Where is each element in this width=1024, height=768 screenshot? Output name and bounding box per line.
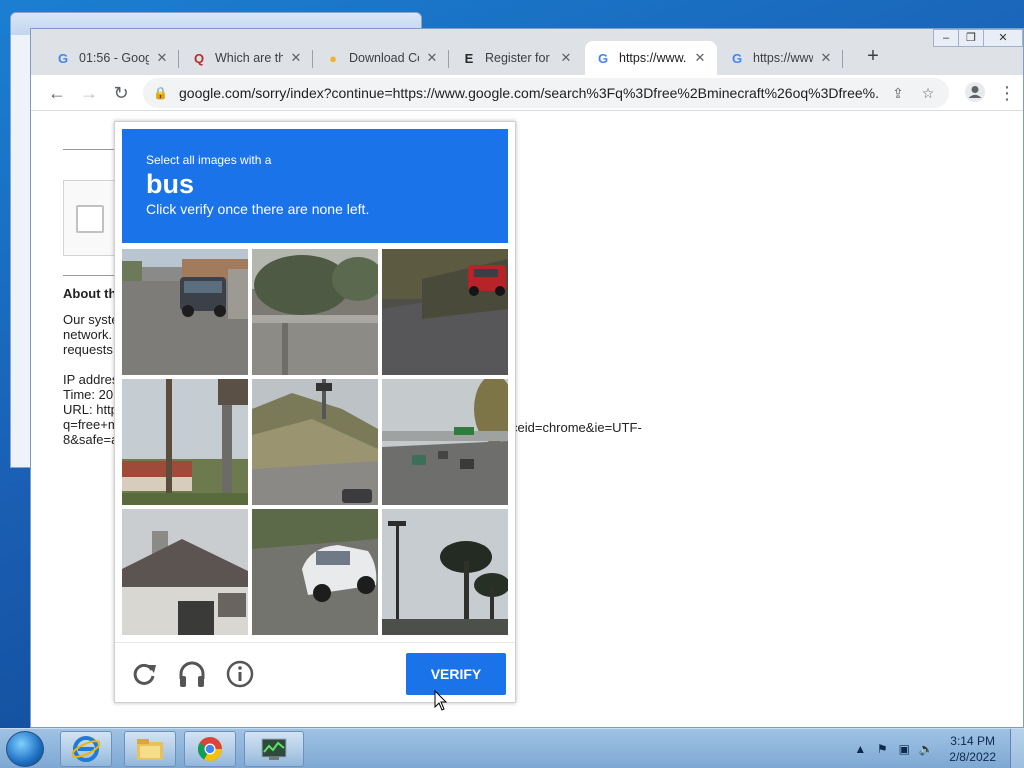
google-g-icon: G bbox=[731, 50, 743, 66]
tab-separator bbox=[312, 50, 313, 68]
forward-button[interactable]: → bbox=[77, 81, 101, 105]
tab-separator bbox=[448, 50, 449, 68]
captcha-tile-palm-trees[interactable] bbox=[382, 509, 508, 635]
browser-tab[interactable]: E Register for a ✕ bbox=[451, 41, 583, 75]
captcha-tile-white-car[interactable] bbox=[252, 509, 378, 635]
tab-title: Register for a bbox=[485, 51, 553, 65]
captcha-tile-house-roof[interactable] bbox=[122, 509, 248, 635]
tab-title: https://www. bbox=[753, 51, 813, 65]
reload-button[interactable]: ↻ bbox=[109, 81, 133, 105]
browser-tab[interactable]: G 01:56 - Goog ✕ bbox=[45, 41, 179, 75]
tab-title: Download Co bbox=[349, 51, 419, 65]
page-text-line: 8&safe=a bbox=[63, 432, 119, 447]
address-text: google.com/sorry/index?continue=https://… bbox=[179, 85, 879, 101]
profile-icon[interactable] bbox=[963, 81, 987, 105]
clock-date: 2/8/2022 bbox=[949, 750, 996, 764]
browser-tab[interactable]: Ghttps://www. ✕ bbox=[585, 41, 717, 75]
show-desktop-button[interactable] bbox=[1010, 729, 1024, 768]
verify-button[interactable]: VERIFY bbox=[406, 653, 506, 695]
network-icon[interactable]: ▣ bbox=[895, 742, 913, 756]
lock-icon: 🔒 bbox=[153, 86, 168, 100]
internet-explorer-icon[interactable] bbox=[60, 731, 112, 767]
toolbar: ← → ↻ 🔒 google.com/sorry/index?continue=… bbox=[31, 75, 1023, 111]
page-text-line: Time: 20 bbox=[63, 387, 114, 402]
captcha-tile-overpass[interactable] bbox=[382, 379, 508, 505]
window-controls: – ❐ ✕ bbox=[933, 29, 1023, 47]
minimize-button[interactable]: – bbox=[933, 29, 959, 47]
image-grid bbox=[122, 249, 508, 635]
system-tray: ▲ ⚑ ▣ 🔈 3:14 PM 2/8/2022 bbox=[851, 729, 1024, 768]
tab-title: 01:56 - Goog bbox=[79, 51, 149, 65]
tab-title: Which are the bbox=[215, 51, 283, 65]
about-heading: About th bbox=[63, 286, 117, 301]
recaptcha-checkbox[interactable] bbox=[76, 205, 104, 233]
page-text-line: requests bbox=[63, 342, 113, 357]
taskbar: ▲ ⚑ ▣ 🔈 3:14 PM 2/8/2022 bbox=[0, 728, 1024, 768]
browser-tab[interactable]: Q Which are the ✕ bbox=[181, 41, 313, 75]
chrome-icon[interactable] bbox=[184, 731, 236, 767]
tab-separator bbox=[842, 50, 843, 68]
challenge-footer: VERIFY bbox=[115, 642, 515, 704]
instruction-sub: Click verify once there are none left. bbox=[146, 201, 370, 217]
back-button[interactable]: ← bbox=[45, 81, 69, 105]
page-text-line: URL: http bbox=[63, 402, 118, 417]
url-tail-text: ceid=chrome&ie=UTF- bbox=[511, 420, 642, 435]
close-tab-icon[interactable]: ✕ bbox=[693, 50, 707, 66]
captcha-tile-red-car[interactable] bbox=[382, 249, 508, 375]
page-text-line: Our syste bbox=[63, 312, 119, 327]
menu-kebab-icon[interactable]: ⋮ bbox=[995, 81, 1019, 105]
volume-icon[interactable]: 🔈 bbox=[917, 742, 935, 756]
close-tab-icon[interactable]: ✕ bbox=[155, 50, 169, 66]
close-tab-icon[interactable]: ✕ bbox=[559, 50, 573, 66]
browser-tab[interactable]: Ghttps://www. ✕ bbox=[719, 41, 843, 75]
recaptcha-challenge: Select all images with a bus Click verif… bbox=[114, 121, 516, 703]
epic-games-icon: E bbox=[464, 50, 474, 66]
page-text-line: IP addres bbox=[63, 372, 119, 387]
address-bar[interactable]: 🔒 google.com/sorry/index?continue=https:… bbox=[143, 78, 949, 108]
quora-q-icon: Q bbox=[193, 50, 205, 66]
clock-time: 3:14 PM bbox=[950, 734, 995, 748]
tab-title: https://www. bbox=[619, 51, 687, 65]
close-tab-icon[interactable]: ✕ bbox=[289, 50, 303, 66]
instruction-small: Select all images with a bbox=[146, 153, 272, 167]
start-button[interactable] bbox=[6, 731, 44, 767]
google-g-icon: G bbox=[597, 50, 609, 66]
captcha-tile-hillside-road[interactable] bbox=[252, 379, 378, 505]
tab-strip: G 01:56 - Goog ✕ Q Which are the ✕ ● Download C… bbox=[31, 29, 1023, 75]
headphones-icon[interactable] bbox=[177, 659, 207, 689]
captcha-tile-utility-pole[interactable] bbox=[122, 379, 248, 505]
download-site-icon: ● bbox=[329, 50, 337, 66]
tab-separator bbox=[178, 50, 179, 68]
bookmark-star-icon[interactable]: ☆ bbox=[917, 85, 939, 102]
reload-icon[interactable] bbox=[129, 659, 159, 689]
page-text-line: q=free+m bbox=[63, 417, 119, 432]
share-icon[interactable]: ⇪ bbox=[887, 85, 909, 102]
close-tab-icon[interactable]: ✕ bbox=[819, 50, 833, 66]
close-window-button[interactable]: ✕ bbox=[983, 29, 1023, 47]
maximize-button[interactable]: ❐ bbox=[958, 29, 984, 47]
mouse-cursor-icon bbox=[434, 690, 448, 711]
clock[interactable]: 3:14 PM 2/8/2022 bbox=[949, 733, 996, 765]
file-explorer-icon[interactable] bbox=[124, 731, 176, 767]
close-tab-icon[interactable]: ✕ bbox=[425, 50, 439, 66]
captcha-tile-suv-on-street[interactable] bbox=[122, 249, 248, 375]
target-word: bus bbox=[146, 169, 195, 199]
show-hidden-icons-icon[interactable]: ▲ bbox=[851, 742, 869, 756]
new-tab-button[interactable]: + bbox=[861, 45, 885, 68]
page-text-line: network. bbox=[63, 327, 113, 342]
google-g-icon: G bbox=[57, 50, 69, 66]
challenge-header: Select all images with a bus Click verif… bbox=[122, 129, 508, 243]
browser-tab[interactable]: ● Download Co ✕ bbox=[315, 41, 449, 75]
captcha-tile-house-and-wall[interactable] bbox=[252, 249, 378, 375]
action-center-flag-icon[interactable]: ⚑ bbox=[873, 742, 891, 756]
task-manager-icon[interactable] bbox=[244, 731, 304, 767]
info-icon[interactable] bbox=[225, 659, 255, 689]
